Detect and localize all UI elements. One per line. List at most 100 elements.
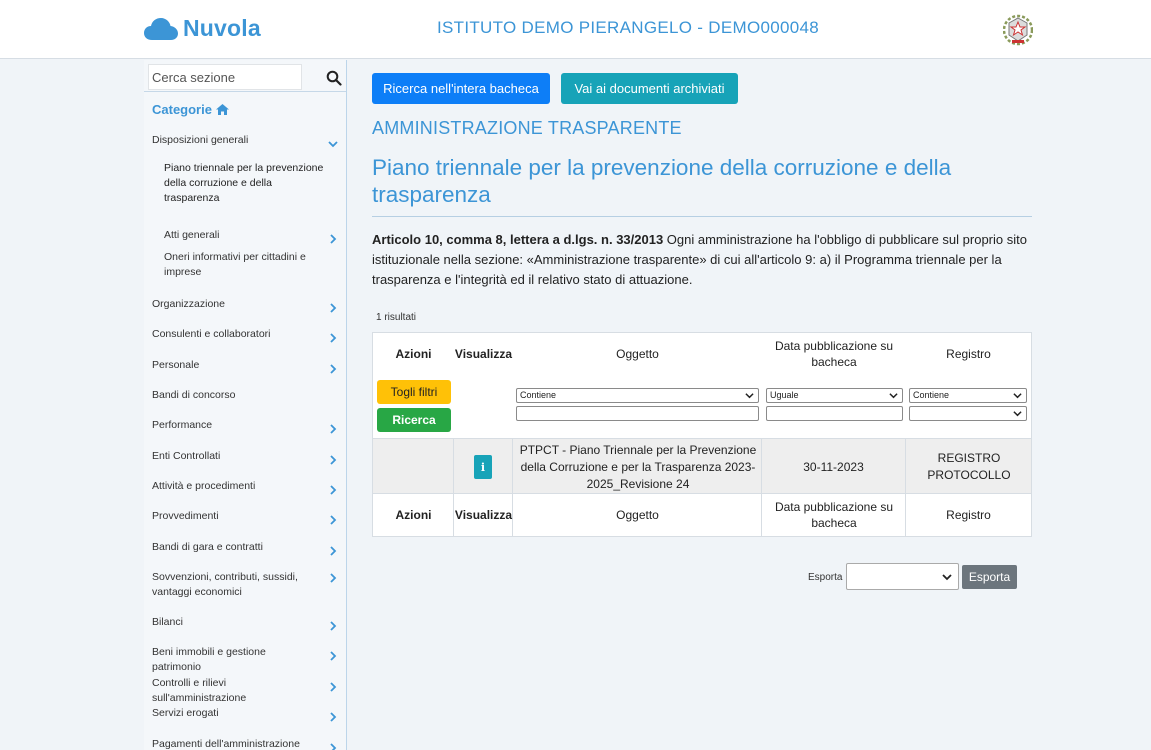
categories-label: Categorie — [152, 102, 212, 117]
chevron-right-icon — [330, 455, 337, 465]
info-icon[interactable]: i — [474, 455, 492, 479]
sidebar-item[interactable]: Organizzazione — [144, 297, 346, 313]
cell-divider — [453, 439, 454, 495]
sidebar-item[interactable]: Bandi di concorso — [144, 388, 346, 403]
sidebar-item[interactable]: Controlli e rilievi sull'amministrazione — [144, 676, 346, 704]
search-all-button[interactable]: Ricerca nell'intera bacheca — [372, 73, 550, 104]
chevron-right-icon — [330, 573, 337, 583]
column-header-oggetto[interactable]: Oggetto — [513, 333, 762, 375]
sidebar-item[interactable]: Servizi erogati — [144, 706, 346, 722]
sidebar-item[interactable]: Pagamenti dell'amministrazione — [144, 737, 346, 750]
sidebar-item[interactable]: Sovvenzioni, contributi, sussidi, vantag… — [144, 570, 346, 600]
search-icon[interactable] — [326, 70, 342, 86]
home-icon — [215, 104, 229, 115]
oggetto-filter-mode-value: Contiene — [520, 390, 557, 400]
row-data-pubblicazione: 30-11-2023 — [803, 459, 864, 474]
sidebar-item[interactable]: Piano triennale per la prevenzione della… — [144, 161, 346, 206]
sidebar-item[interactable]: Consulenti e collaboratori — [144, 327, 346, 343]
sidebar: Categorie Disposizioni generali Piano tri… — [144, 60, 347, 750]
chevron-right-icon — [330, 303, 337, 313]
table-row: i PTPCT - Piano Triennale per la Prevenz… — [373, 438, 1031, 495]
toggle-filters-button[interactable]: Togli filtri — [377, 380, 451, 404]
footer-header-registro: Registro — [946, 508, 991, 522]
categories-heading[interactable]: Categorie — [152, 102, 229, 117]
chevron-right-icon — [330, 546, 337, 556]
sidebar-item[interactable]: Personale — [144, 358, 346, 374]
school-title: ISTITUTO DEMO PIERANGELO - DEMO000048 — [436, 18, 820, 37]
data-filter-mode-value: Uguale — [770, 390, 799, 400]
registro-filter-select[interactable] — [909, 406, 1027, 421]
chevron-down-icon — [889, 393, 898, 399]
data-filter-mode-select[interactable]: Uguale — [766, 388, 903, 403]
export-button[interactable]: Esporta — [962, 565, 1017, 589]
footer-header-oggetto: Oggetto — [616, 508, 659, 522]
sidebar-item-label: Controlli e rilievi sull'amministrazione — [152, 677, 247, 704]
sidebar-item[interactable]: Provvedimenti — [144, 509, 346, 525]
sidebar-item-label: Performance — [152, 419, 213, 431]
column-header-visualizza: Visualizza — [454, 347, 513, 361]
search-input[interactable] — [148, 64, 302, 90]
filter-search-button[interactable]: Ricerca — [377, 408, 451, 432]
result-count: 1 risultati — [376, 312, 417, 323]
footer-header-visualizza: Visualizza — [454, 508, 513, 522]
sidebar-divider — [144, 91, 346, 92]
cell-divider — [512, 439, 513, 495]
export-format-select[interactable] — [846, 563, 959, 590]
registro-filter-mode-select[interactable]: Contiene — [909, 388, 1027, 403]
oggetto-filter-input[interactable] — [516, 406, 759, 421]
sidebar-item-label: Sovvenzioni, contributi, sussidi, vantag… — [152, 571, 298, 598]
footer-header-azioni: Azioni — [395, 508, 432, 522]
footer-header-data: Data pubblicazione su bacheca — [774, 500, 894, 530]
column-header-registro[interactable]: Registro — [906, 333, 1031, 375]
sidebar-item[interactable]: Bilanci — [144, 615, 346, 631]
sidebar-item-label: Attività e procedimenti — [152, 480, 256, 492]
sidebar-item-label: Bandi di concorso — [152, 389, 236, 401]
sidebar-item[interactable]: Enti Controllati — [144, 449, 346, 465]
description-article: Articolo 10, comma 8, lettera a d.lgs. n… — [372, 232, 664, 247]
export-label: Esporta — [808, 572, 843, 583]
sidebar-item[interactable]: Atti generali — [144, 228, 346, 244]
sidebar-item[interactable]: Disposizioni generali — [144, 133, 346, 148]
sidebar-item-label: Atti generali — [164, 229, 220, 241]
cell-divider — [905, 439, 906, 495]
sidebar-item[interactable]: Performance — [144, 418, 346, 434]
sidebar-item-label: Piano triennale per la prevenzione della… — [164, 162, 324, 204]
header: Nuvola ISTITUTO DEMO PIERANGELO - DEMO00… — [0, 0, 1151, 59]
chevron-down-icon — [1013, 411, 1022, 417]
sidebar-item-label: Pagamenti dell'amministrazione — [152, 738, 300, 750]
sidebar-item-label: Organizzazione — [152, 298, 225, 310]
archived-documents-button[interactable]: Vai ai documenti archiviati — [561, 73, 738, 104]
chevron-right-icon — [330, 651, 337, 661]
chevron-right-icon — [330, 333, 337, 343]
title-divider — [372, 216, 1032, 217]
sidebar-item[interactable]: Attività e procedimenti — [144, 479, 346, 495]
chevron-down-icon — [1013, 393, 1022, 399]
sidebar-item-label: Consulenti e collaboratori — [152, 328, 271, 340]
data-filter-input[interactable] — [766, 406, 903, 421]
chevron-down-icon — [328, 141, 338, 148]
sidebar-item-label: Enti Controllati — [152, 450, 221, 462]
sidebar-item[interactable]: Beni immobili e gestione patrimonio — [144, 645, 346, 673]
description: Articolo 10, comma 8, lettera a d.lgs. n… — [372, 230, 1032, 290]
section-title: AMMINISTRAZIONE TRASPARENTE — [372, 118, 682, 138]
sidebar-search — [148, 64, 346, 90]
chevron-down-icon — [745, 393, 754, 399]
chevron-right-icon — [330, 234, 337, 244]
column-header-data[interactable]: Data pubblicazione su bacheca — [762, 333, 906, 375]
sidebar-item-label: Disposizioni generali — [152, 134, 249, 146]
chevron-right-icon — [330, 515, 337, 525]
chevron-right-icon — [330, 621, 337, 631]
row-registro: REGISTRO PROTOCOLLO — [927, 451, 1011, 482]
chevron-right-icon — [330, 743, 337, 750]
chevron-right-icon — [330, 712, 337, 722]
sidebar-item[interactable]: Bandi di gara e contratti — [144, 540, 346, 556]
chevron-right-icon — [330, 364, 337, 374]
column-header-azioni: Azioni — [395, 347, 432, 361]
sidebar-item-label: Oneri informativi per cittadini e impres… — [164, 251, 306, 278]
oggetto-filter-mode-select[interactable]: Contiene — [516, 388, 759, 403]
sidebar-item[interactable]: Oneri informativi per cittadini e impres… — [144, 250, 346, 280]
page-title: Piano triennale per la prevenzione della… — [372, 155, 952, 207]
row-oggetto: PTPCT - Piano Triennale per la Prevenzio… — [519, 442, 757, 491]
chevron-right-icon — [330, 485, 337, 495]
sidebar-item-label: Beni immobili e gestione patrimonio — [152, 646, 266, 673]
